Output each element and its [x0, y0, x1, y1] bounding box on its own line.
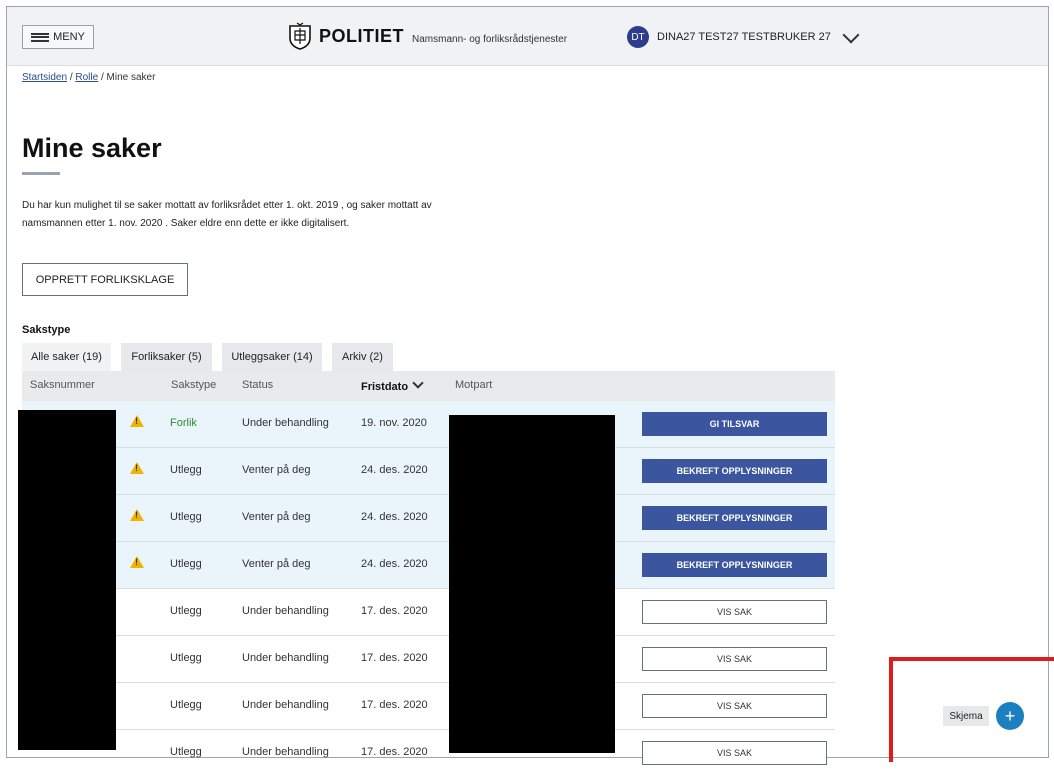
create-forliksklage-button[interactable]: OPPRETT FORLIKSKLAGE	[22, 263, 188, 296]
breadcrumb-current: Mine saker	[106, 72, 156, 83]
col-status[interactable]: Status	[242, 379, 273, 391]
table-row[interactable]: Utlegg Venter på deg 24. des. 2020 BEKRE…	[22, 448, 835, 495]
menu-button[interactable]: MENY	[22, 25, 94, 49]
top-header: MENY POLITIET Namsmann- og forliksrådstj…	[7, 7, 1048, 66]
tab-alle-saker[interactable]: Alle saker (19)	[22, 343, 111, 371]
vis-sak-button[interactable]: VIS SAK	[642, 600, 827, 624]
row-type: Utlegg	[170, 464, 202, 476]
tab-arkiv[interactable]: Arkiv (2)	[332, 343, 393, 371]
col-motpart[interactable]: Motpart	[455, 379, 492, 391]
user-name: DINA27 TEST27 TESTBRUKER 27	[657, 31, 831, 43]
warning-icon	[130, 415, 144, 427]
redaction-saksnummer	[18, 410, 116, 750]
warning-icon	[130, 556, 144, 568]
brand-name: POLITIET	[319, 25, 404, 46]
sort-chevron-icon	[412, 377, 424, 389]
breadcrumb: Startsiden / Rolle / Mine saker	[22, 72, 155, 83]
breadcrumb-link-rolle[interactable]: Rolle	[75, 72, 98, 83]
table-row[interactable]: Utlegg Under behandling 17. des. 2020 VI…	[22, 589, 835, 636]
row-status: Venter på deg	[242, 464, 311, 476]
row-status: Under behandling	[242, 746, 329, 758]
plus-icon[interactable]: +	[996, 702, 1024, 730]
col-fristdato[interactable]: Fristdato	[361, 377, 424, 393]
page-title: Mine saker	[22, 133, 162, 163]
chevron-down-icon	[842, 26, 860, 44]
row-status: Under behandling	[242, 605, 329, 617]
row-type: Utlegg	[170, 699, 202, 711]
intro-line-2: namsmannen etter 1. nov. 2020 . Saker el…	[22, 218, 350, 229]
table-row[interactable]: Utlegg Under behandling 17. des. 2020 VI…	[22, 636, 835, 683]
table-row[interactable]: Forlik Under behandling 19. nov. 2020 GI…	[22, 401, 835, 448]
tab-forliksaker[interactable]: Forliksaker (5)	[121, 343, 212, 371]
warning-icon	[130, 509, 144, 521]
row-date: 17. des. 2020	[361, 605, 428, 617]
row-type: Utlegg	[170, 605, 202, 617]
row-date: 24. des. 2020	[361, 464, 428, 476]
sakstype-label: Sakstype	[22, 324, 71, 336]
bekreft-opplysninger-button[interactable]: BEKREFT OPPLYSNINGER	[642, 506, 827, 530]
hamburger-icon	[31, 32, 50, 42]
vis-sak-button[interactable]: VIS SAK	[642, 741, 827, 765]
table-row[interactable]: Utlegg Under behandling 17. des. 2020 VI…	[22, 730, 835, 776]
row-type: Utlegg	[170, 558, 202, 570]
cases-table: Saksnummer Sakstype Status Fristdato Mot…	[22, 371, 835, 776]
intro-line-1: Du har kun mulighet til se saker mottatt…	[22, 200, 432, 211]
breadcrumb-separator: /	[69, 72, 73, 83]
col-sakstype[interactable]: Sakstype	[171, 379, 216, 391]
row-date: 24. des. 2020	[361, 558, 428, 570]
breadcrumb-separator: /	[100, 72, 104, 83]
bekreft-opplysninger-button[interactable]: BEKREFT OPPLYSNINGER	[642, 553, 827, 577]
row-status: Under behandling	[242, 652, 329, 664]
avatar: DT	[627, 26, 649, 48]
row-date: 19. nov. 2020	[361, 417, 427, 429]
row-type: Utlegg	[170, 746, 202, 758]
row-date: 24. des. 2020	[361, 511, 428, 523]
bekreft-opplysninger-button[interactable]: BEKREFT OPPLYSNINGER	[642, 459, 827, 483]
table-row[interactable]: Utlegg Venter på deg 24. des. 2020 BEKRE…	[22, 542, 835, 589]
table-header: Saksnummer Sakstype Status Fristdato Mot…	[22, 371, 835, 401]
row-status: Under behandling	[242, 417, 329, 429]
redaction-motpart	[449, 415, 615, 753]
user-menu[interactable]: DT DINA27 TEST27 TESTBRUKER 27	[627, 26, 860, 48]
row-date: 17. des. 2020	[361, 652, 428, 664]
vis-sak-button[interactable]: VIS SAK	[642, 647, 827, 671]
politiet-logo[interactable]: POLITIET Namsmann- og forliksrådstjenest…	[287, 22, 567, 50]
col-fristdato-label: Fristdato	[361, 381, 409, 393]
row-status: Venter på deg	[242, 558, 311, 570]
crest-icon	[289, 22, 311, 50]
warning-icon	[130, 462, 144, 474]
row-date: 17. des. 2020	[361, 699, 428, 711]
skjema-label[interactable]: Skjema	[943, 706, 989, 726]
row-type: Utlegg	[170, 652, 202, 664]
vis-sak-button[interactable]: VIS SAK	[642, 694, 827, 718]
brand-subtitle: Namsmann- og forliksrådstjenester	[412, 33, 568, 45]
breadcrumb-link-startsiden[interactable]: Startsiden	[22, 72, 67, 83]
row-type: Forlik	[170, 417, 197, 429]
row-type: Utlegg	[170, 511, 202, 523]
gi-tilsvar-button[interactable]: GI TILSVAR	[642, 412, 827, 436]
row-date: 17. des. 2020	[361, 746, 428, 758]
menu-label: MENY	[53, 31, 85, 43]
tab-utleggsaker[interactable]: Utleggsaker (14)	[222, 343, 322, 371]
row-status: Under behandling	[242, 699, 329, 711]
intro-text: Du har kun mulighet til se saker mottatt…	[22, 197, 492, 233]
col-saksnummer[interactable]: Saksnummer	[30, 379, 95, 391]
table-row[interactable]: Utlegg Venter på deg 24. des. 2020 BEKRE…	[22, 495, 835, 542]
title-underline	[22, 172, 60, 175]
table-row[interactable]: Utlegg Under behandling 17. des. 2020 VI…	[22, 683, 835, 730]
row-status: Venter på deg	[242, 511, 311, 523]
